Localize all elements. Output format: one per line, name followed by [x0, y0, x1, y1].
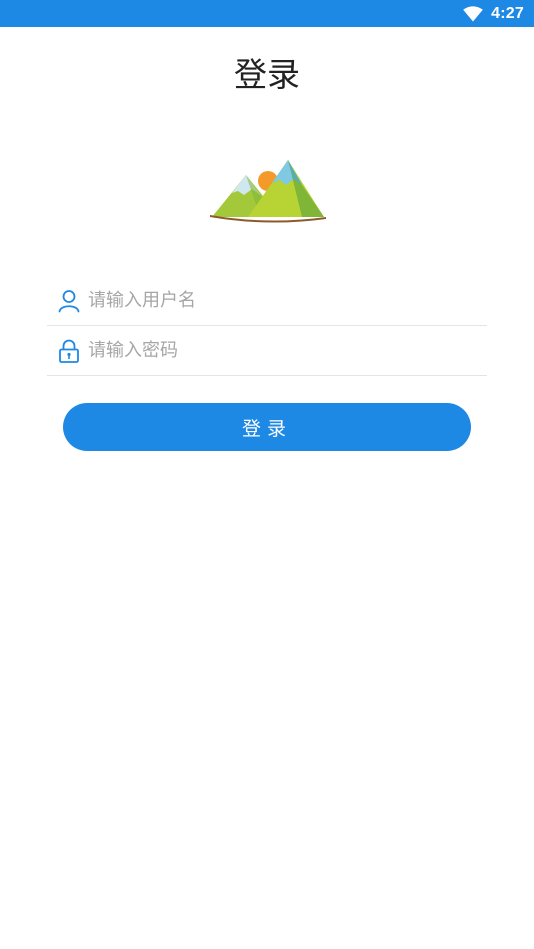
user-icon	[58, 289, 80, 313]
login-button[interactable]: 登录	[63, 403, 471, 451]
password-input[interactable]	[88, 340, 468, 361]
status-bar: 4:27	[0, 0, 534, 27]
username-field	[47, 276, 487, 326]
mountain-sun-logo	[210, 160, 326, 223]
username-input[interactable]	[88, 290, 468, 311]
status-icons: 4:27	[463, 0, 524, 27]
password-field	[47, 326, 487, 376]
wifi-icon	[463, 5, 483, 21]
page-title: 登录	[234, 55, 300, 94]
lock-icon	[58, 339, 80, 363]
clock: 4:27	[491, 4, 524, 22]
